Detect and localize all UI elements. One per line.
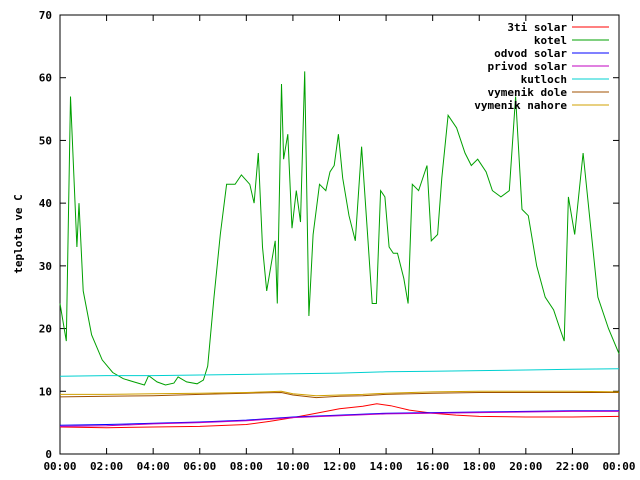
legend-label: privod solar: [488, 60, 568, 73]
x-tick-label: 00:00: [43, 460, 76, 473]
x-tick-label: 02:00: [90, 460, 123, 473]
legend-label: vymenik dole: [488, 86, 568, 99]
y-tick-label: 30: [39, 260, 52, 273]
x-tick-label: 18:00: [463, 460, 496, 473]
legend-label: vymenik nahore: [474, 99, 567, 112]
y-tick-label: 40: [39, 197, 52, 210]
y-tick-label: 70: [39, 9, 52, 22]
y-tick-label: 20: [39, 323, 52, 336]
y-tick-label: 50: [39, 134, 52, 147]
x-tick-label: 10:00: [276, 460, 309, 473]
x-tick-label: 20:00: [509, 460, 542, 473]
x-tick-label: 16:00: [416, 460, 449, 473]
series-line-4: [59, 368, 620, 377]
x-tick-label: 14:00: [370, 460, 403, 473]
x-tick-label: 08:00: [230, 460, 263, 473]
series-line-2: [59, 410, 619, 426]
series-line-1: [59, 71, 620, 386]
legend: 3ti solarkotelodvod solarprivod solarkut…: [474, 21, 609, 112]
legend-label: kotel: [534, 34, 567, 47]
legend-label: 3ti solar: [507, 21, 567, 34]
y-tick-label: 10: [39, 385, 52, 398]
x-tick-label: 00:00: [602, 460, 635, 473]
legend-label: odvod solar: [494, 47, 567, 60]
x-tick-label: 04:00: [137, 460, 170, 473]
line-chart: 01020304050607000:00 02:00 04:00 06:00 08:00…: [12, 9, 636, 473]
y-axis-label: teplota ve C: [12, 194, 25, 273]
x-tick-label: 22:00: [556, 460, 589, 473]
x-tick-label: 12:00: [323, 460, 356, 473]
y-tick-label: 60: [39, 72, 52, 85]
x-tick-label: 06:00: [183, 460, 216, 473]
legend-label: kutloch: [521, 73, 567, 86]
series-line-6: [60, 390, 620, 397]
series-line-3: [59, 410, 619, 427]
series-layer: [59, 71, 620, 429]
